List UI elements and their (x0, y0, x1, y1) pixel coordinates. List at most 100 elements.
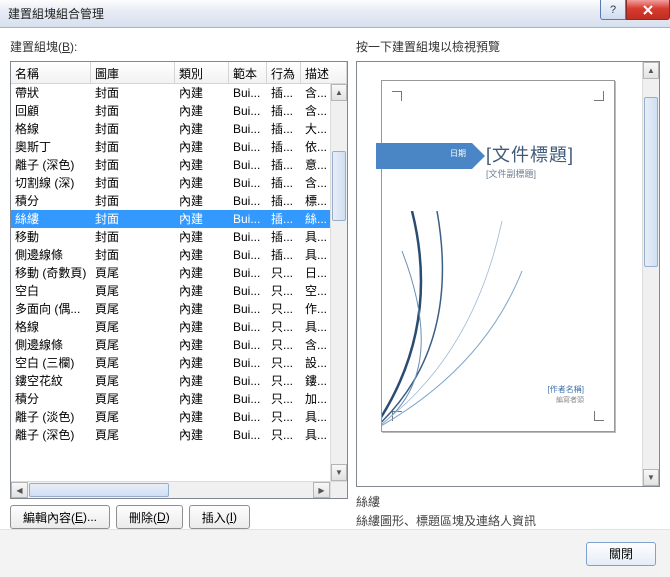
close-window-button[interactable] (626, 0, 670, 20)
scroll-down-icon[interactable]: ▼ (331, 464, 347, 481)
table-row[interactable]: 空白 (三欄)頁尾內建Bui...只...設... (11, 354, 330, 372)
cell: 插... (267, 228, 301, 246)
author-line2: 編寫者頭 (556, 395, 584, 405)
cell: 頁尾 (91, 282, 175, 300)
table-row[interactable]: 格線頁尾內建Bui...只...具... (11, 318, 330, 336)
table-row[interactable]: 回顧封面內建Bui...插...含... (11, 102, 330, 120)
cell: 空... (301, 282, 330, 300)
scroll-down-icon[interactable]: ▼ (643, 469, 659, 486)
table-row[interactable]: 移動 (奇數頁)頁尾內建Bui...只...日... (11, 264, 330, 282)
column-header[interactable]: 範本 (229, 62, 267, 83)
list-header[interactable]: 名稱圖庫類別範本行為描述 (11, 62, 347, 84)
cell: Bui... (229, 84, 267, 102)
horizontal-scrollbar[interactable]: ◀ ▶ (11, 481, 330, 498)
cell: Bui... (229, 426, 267, 444)
cell: 具... (301, 408, 330, 426)
footer: 關閉 (0, 529, 670, 577)
table-row[interactable]: 移動封面內建Bui...插...具... (11, 228, 330, 246)
action-buttons: 編輯內容(E)... 刪除(D) 插入(I) (10, 505, 348, 529)
cell: 封面 (91, 102, 175, 120)
scroll-up-icon[interactable]: ▲ (331, 84, 347, 101)
preview-frame: 日期 [文件標題] [文件副標題] [作者名稱] 編寫者頭 ▲ ▼ (356, 61, 660, 487)
cell: 內建 (175, 246, 229, 264)
cell: 內建 (175, 318, 229, 336)
cell: 具... (301, 318, 330, 336)
ribbon-label: 日期 (450, 148, 466, 159)
close-button[interactable]: 關閉 (586, 542, 656, 566)
column-header[interactable]: 名稱 (11, 62, 91, 83)
table-row[interactable]: 奧斯丁封面內建Bui...插...依... (11, 138, 330, 156)
window-title: 建置組塊組合管理 (8, 5, 104, 22)
doc-subtitle: [文件副標題] (486, 167, 536, 180)
column-header[interactable]: 圖庫 (91, 62, 175, 83)
cell: 內建 (175, 228, 229, 246)
cell: 內建 (175, 138, 229, 156)
cell: 只... (267, 426, 301, 444)
scroll-up-icon[interactable]: ▲ (643, 62, 659, 79)
building-blocks-list[interactable]: 名稱圖庫類別範本行為描述 帶狀封面內建Bui...插...含...回顧封面內建B… (10, 61, 348, 499)
help-button[interactable]: ? (600, 0, 626, 20)
cell: Bui... (229, 300, 267, 318)
cell: Bui... (229, 156, 267, 174)
cell: 設... (301, 354, 330, 372)
cell: 插... (267, 84, 301, 102)
cell: 只... (267, 300, 301, 318)
column-header[interactable]: 類別 (175, 62, 229, 83)
table-row[interactable]: 絲縷封面內建Bui...插...絲... (11, 210, 330, 228)
close-icon (642, 5, 654, 15)
cell: 空白 (三欄) (11, 354, 91, 372)
cell: Bui... (229, 120, 267, 138)
table-row[interactable]: 側邊線條頁尾內建Bui...只...含... (11, 336, 330, 354)
vertical-scrollbar[interactable]: ▲ ▼ (330, 84, 347, 481)
cell: 封面 (91, 84, 175, 102)
cell: 內建 (175, 354, 229, 372)
ribbon-shape: 日期 (376, 143, 472, 169)
table-row[interactable]: 帶狀封面內建Bui...插...含... (11, 84, 330, 102)
cell: 積分 (11, 192, 91, 210)
table-row[interactable]: 切割線 (深)封面內建Bui...插...含... (11, 174, 330, 192)
list-body[interactable]: 帶狀封面內建Bui...插...含...回顧封面內建Bui...插...含...… (11, 84, 330, 444)
edit-button[interactable]: 編輯內容(E)... (10, 505, 110, 529)
scroll-left-icon[interactable]: ◀ (11, 482, 28, 498)
cell: 頁尾 (91, 408, 175, 426)
table-row[interactable]: 多面向 (偶...頁尾內建Bui...只...作... (11, 300, 330, 318)
cell: 絲... (301, 210, 330, 228)
left-panel: 建置組塊(B): 名稱圖庫類別範本行為描述 帶狀封面內建Bui...插...含.… (10, 38, 348, 529)
cell: Bui... (229, 336, 267, 354)
cell: 插... (267, 102, 301, 120)
table-row[interactable]: 鏤空花紋頁尾內建Bui...只...鏤... (11, 372, 330, 390)
cell: Bui... (229, 372, 267, 390)
table-row[interactable]: 積分封面內建Bui...插...標... (11, 192, 330, 210)
cell: 回顧 (11, 102, 91, 120)
column-header[interactable]: 描述 (301, 62, 347, 83)
preview-vertical-scrollbar[interactable]: ▲ ▼ (642, 62, 659, 486)
delete-button[interactable]: 刪除(D) (116, 505, 183, 529)
column-header[interactable]: 行為 (267, 62, 301, 83)
scroll-thumb[interactable] (644, 97, 658, 267)
cell: 內建 (175, 84, 229, 102)
cell: 具... (301, 426, 330, 444)
cell: 內建 (175, 174, 229, 192)
scroll-thumb[interactable] (332, 151, 346, 221)
cell: 封面 (91, 228, 175, 246)
table-row[interactable]: 側邊線條封面內建Bui...插...具... (11, 246, 330, 264)
cell: 只... (267, 372, 301, 390)
hscroll-thumb[interactable] (29, 483, 169, 497)
table-row[interactable]: 離子 (深色)封面內建Bui...插...意... (11, 156, 330, 174)
cell: Bui... (229, 390, 267, 408)
cell: 頁尾 (91, 390, 175, 408)
cell: 具... (301, 246, 330, 264)
cell: 插... (267, 174, 301, 192)
table-row[interactable]: 積分頁尾內建Bui...只...加... (11, 390, 330, 408)
left-label: 建置組塊(B): (10, 38, 348, 55)
table-row[interactable]: 離子 (淡色)頁尾內建Bui...只...具... (11, 408, 330, 426)
table-row[interactable]: 離子 (深色)頁尾內建Bui...只...具... (11, 426, 330, 444)
scroll-right-icon[interactable]: ▶ (313, 482, 330, 498)
table-row[interactable]: 空白頁尾內建Bui...只...空... (11, 282, 330, 300)
cell: 內建 (175, 282, 229, 300)
cell: 封面 (91, 210, 175, 228)
cell: 頁尾 (91, 372, 175, 390)
insert-button[interactable]: 插入(I) (189, 505, 250, 529)
table-row[interactable]: 格線封面內建Bui...插...大... (11, 120, 330, 138)
cell: 格線 (11, 318, 91, 336)
